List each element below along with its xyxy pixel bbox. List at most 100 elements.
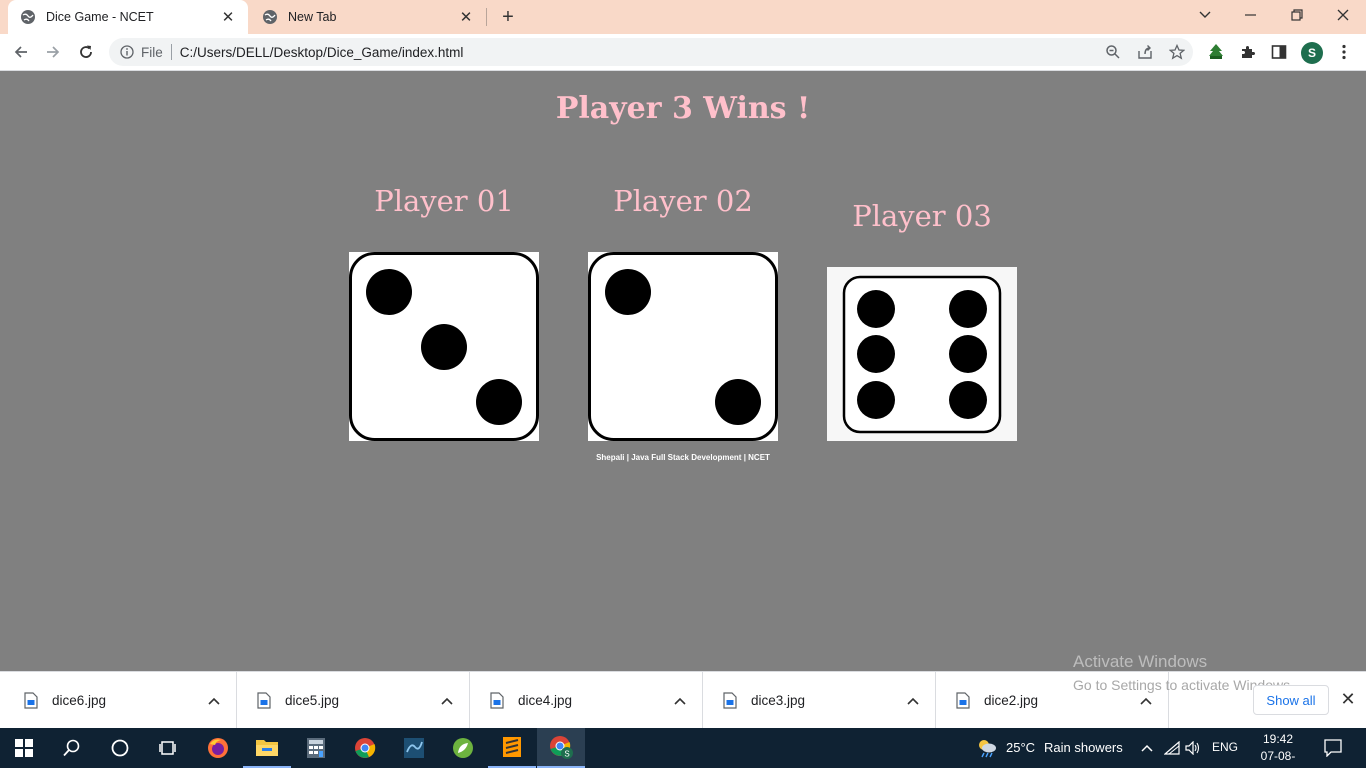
tab-title: Dice Game - NCET: [46, 10, 154, 24]
tab-title: New Tab: [288, 10, 337, 24]
cortana-button[interactable]: [96, 728, 144, 768]
tab-search-button[interactable]: [1182, 0, 1228, 30]
forward-button[interactable]: [41, 40, 65, 64]
reload-button[interactable]: [74, 40, 98, 64]
download-shelf: dice6.jpg dice5.jpg dice4.jpg dice3.jpg …: [0, 671, 1366, 729]
weather-condition[interactable]: Rain showers: [1044, 740, 1123, 755]
die-pip: [857, 290, 895, 328]
speaker-icon[interactable]: [1185, 740, 1201, 756]
address-bar[interactable]: File C:/Users/DELL/Desktop/Dice_Game/ind…: [109, 38, 1193, 66]
player-2-die-two: [588, 252, 778, 441]
download-filename: dice2.jpg: [984, 693, 1039, 708]
bookmark-button[interactable]: [1161, 40, 1193, 64]
die-pip: [605, 269, 651, 315]
globe-icon: [20, 9, 36, 25]
tab-separator: [486, 8, 487, 26]
chrome-taskbar-button[interactable]: [341, 728, 389, 768]
notification-center-icon[interactable]: [1324, 739, 1342, 757]
clock-time: 19:42: [1262, 732, 1294, 746]
clock-date: 07-08-2022: [1260, 749, 1296, 768]
chrome-icon: [355, 738, 376, 758]
download-item[interactable]: dice3.jpg: [703, 672, 936, 729]
sublime-text-taskbar-button[interactable]: [488, 728, 536, 768]
search-icon: [63, 739, 80, 757]
back-button[interactable]: [9, 40, 33, 64]
download-filename: dice3.jpg: [751, 693, 806, 708]
mysql-workbench-taskbar-button[interactable]: [390, 728, 438, 768]
url-text[interactable]: C:/Users/DELL/Desktop/Dice_Game/index.ht…: [180, 45, 1097, 60]
spring-tool-taskbar-button[interactable]: [439, 728, 487, 768]
winner-headline: Player 3 Wins !: [555, 91, 811, 126]
arrow-right-icon: [47, 46, 60, 58]
die-pip: [857, 381, 895, 419]
weather-temperature[interactable]: 25°C: [1006, 740, 1035, 755]
download-item[interactable]: dice6.jpg: [4, 672, 237, 729]
tab-strip: Dice Game - NCET ✕ New Tab ✕ +: [0, 0, 1366, 34]
task-view-button[interactable]: [144, 728, 192, 768]
chevron-up-icon[interactable]: [202, 689, 226, 713]
omnibox-divider: [170, 44, 172, 60]
menu-button[interactable]: [1331, 40, 1357, 64]
extension-html-button[interactable]: [1203, 40, 1229, 64]
restore-icon: [1291, 9, 1303, 21]
chevron-up-icon[interactable]: [435, 689, 459, 713]
download-item[interactable]: dice4.jpg: [470, 672, 703, 729]
puzzle-icon: [1242, 45, 1256, 58]
minimize-button[interactable]: [1228, 0, 1274, 30]
image-file-icon: [257, 692, 271, 709]
input-language[interactable]: ENG: [1212, 740, 1238, 754]
restore-button[interactable]: [1274, 0, 1320, 30]
tree-extension-icon: [1209, 44, 1223, 59]
tab-new-tab[interactable]: New Tab ✕: [250, 0, 486, 34]
file-explorer-taskbar-button[interactable]: [243, 728, 291, 768]
chevron-up-icon[interactable]: [901, 689, 925, 713]
die-pip: [949, 381, 987, 419]
image-file-icon: [24, 692, 38, 709]
calculator-taskbar-button[interactable]: [292, 728, 340, 768]
search-button[interactable]: [48, 728, 96, 768]
tab-dice-game[interactable]: Dice Game - NCET ✕: [8, 0, 248, 34]
folder-icon: [256, 740, 278, 756]
player-3-label: Player 03: [852, 199, 992, 233]
close-tab-icon[interactable]: ✕: [220, 9, 236, 26]
die-pip: [949, 290, 987, 328]
weather-rain-icon[interactable]: [976, 738, 998, 758]
download-item[interactable]: dice5.jpg: [237, 672, 470, 729]
share-icon: [1138, 45, 1152, 59]
side-panel-icon: [1271, 45, 1287, 59]
profile-avatar[interactable]: S: [1301, 42, 1323, 64]
download-filename: dice4.jpg: [518, 693, 573, 708]
more-vert-icon: [1342, 44, 1346, 60]
info-icon[interactable]: [119, 44, 135, 60]
die-pip: [949, 335, 987, 373]
close-tab-icon[interactable]: ✕: [458, 9, 474, 26]
activate-windows-title: Activate Windows: [1073, 652, 1208, 671]
firefox-taskbar-button[interactable]: [194, 728, 242, 768]
taskbar-clock[interactable]: 19:42 07-08-2022: [1248, 731, 1308, 768]
show-all-downloads-button[interactable]: Show all: [1253, 685, 1329, 715]
mysql-workbench-icon: [404, 738, 424, 758]
chrome-profile-taskbar-button[interactable]: S: [537, 728, 585, 768]
new-tab-button[interactable]: +: [496, 5, 520, 29]
image-file-icon: [490, 692, 504, 709]
chevron-up-icon[interactable]: [1139, 740, 1155, 756]
chevron-up-icon[interactable]: [668, 689, 692, 713]
sublime-text-icon: [503, 737, 521, 757]
die-pip: [476, 379, 522, 425]
star-icon: [1169, 44, 1185, 60]
player-3-die-six: [827, 267, 1017, 441]
die-pip: [715, 379, 761, 425]
chrome-profile-icon: S: [550, 736, 573, 759]
close-shelf-icon[interactable]: ✕: [1338, 689, 1358, 709]
scheme-label: File: [141, 44, 163, 60]
share-button[interactable]: [1129, 40, 1161, 64]
spring-leaf-icon: [453, 738, 473, 758]
die-pip: [421, 324, 467, 370]
close-window-button[interactable]: [1320, 0, 1366, 30]
wifi-icon[interactable]: [1164, 740, 1180, 756]
footer-credit: Shepali | Java Full Stack Development | …: [596, 453, 770, 462]
side-panel-button[interactable]: [1266, 40, 1292, 64]
zoom-button[interactable]: [1097, 40, 1129, 64]
start-button[interactable]: [0, 728, 48, 768]
extensions-button[interactable]: [1235, 40, 1261, 64]
